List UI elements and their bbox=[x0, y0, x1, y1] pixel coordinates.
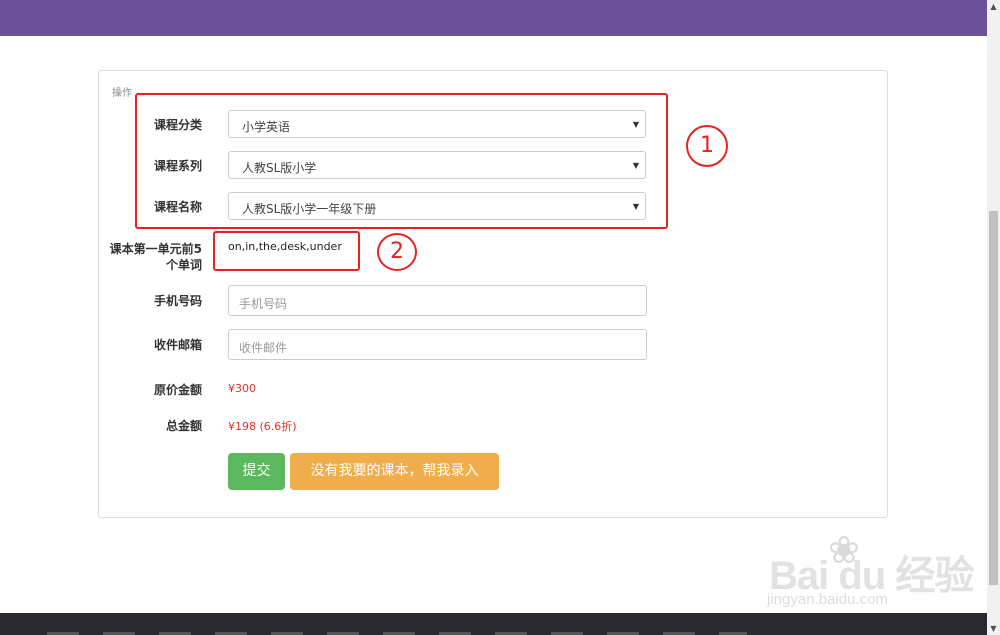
phone-label: 手机号码 bbox=[153, 294, 202, 308]
phone-placeholder: 手机号码 bbox=[239, 297, 288, 311]
first-unit-words-label-line1: 课本第一单元前5 bbox=[109, 242, 202, 256]
request-textbook-button[interactable]: 没有我要的课本，帮我录入 bbox=[290, 453, 499, 490]
scroll-up-icon[interactable]: ▲ bbox=[987, 0, 1000, 13]
email-input[interactable]: 收件邮件 bbox=[228, 329, 647, 360]
top-header-bar bbox=[0, 0, 987, 36]
original-price-value: ¥300 bbox=[228, 382, 256, 395]
annotation-box-1 bbox=[135, 93, 668, 229]
vertical-scrollbar[interactable]: ▲ ▼ bbox=[987, 0, 1000, 635]
email-label: 收件邮箱 bbox=[153, 338, 202, 352]
total-price-value: ¥198 (6.6折) bbox=[228, 420, 297, 433]
email-placeholder: 收件邮件 bbox=[239, 341, 288, 355]
original-price-label: 原价金额 bbox=[153, 383, 202, 397]
phone-input[interactable]: 手机号码 bbox=[228, 285, 647, 316]
total-price-label: 总金额 bbox=[165, 419, 202, 433]
annotation-marker-2: 2 bbox=[377, 233, 417, 271]
annotation-box-2 bbox=[213, 231, 360, 271]
submit-button[interactable]: 提交 bbox=[228, 453, 285, 490]
watermark-url: jingyan.baidu.com bbox=[767, 591, 888, 608]
scrollbar-thumb[interactable] bbox=[989, 211, 998, 585]
first-unit-words-label-line2: 个单词 bbox=[165, 258, 202, 272]
scroll-down-icon[interactable]: ▼ bbox=[987, 622, 1000, 635]
panel-legend: 操作 bbox=[112, 88, 132, 99]
annotation-marker-1: 1 bbox=[686, 125, 728, 167]
